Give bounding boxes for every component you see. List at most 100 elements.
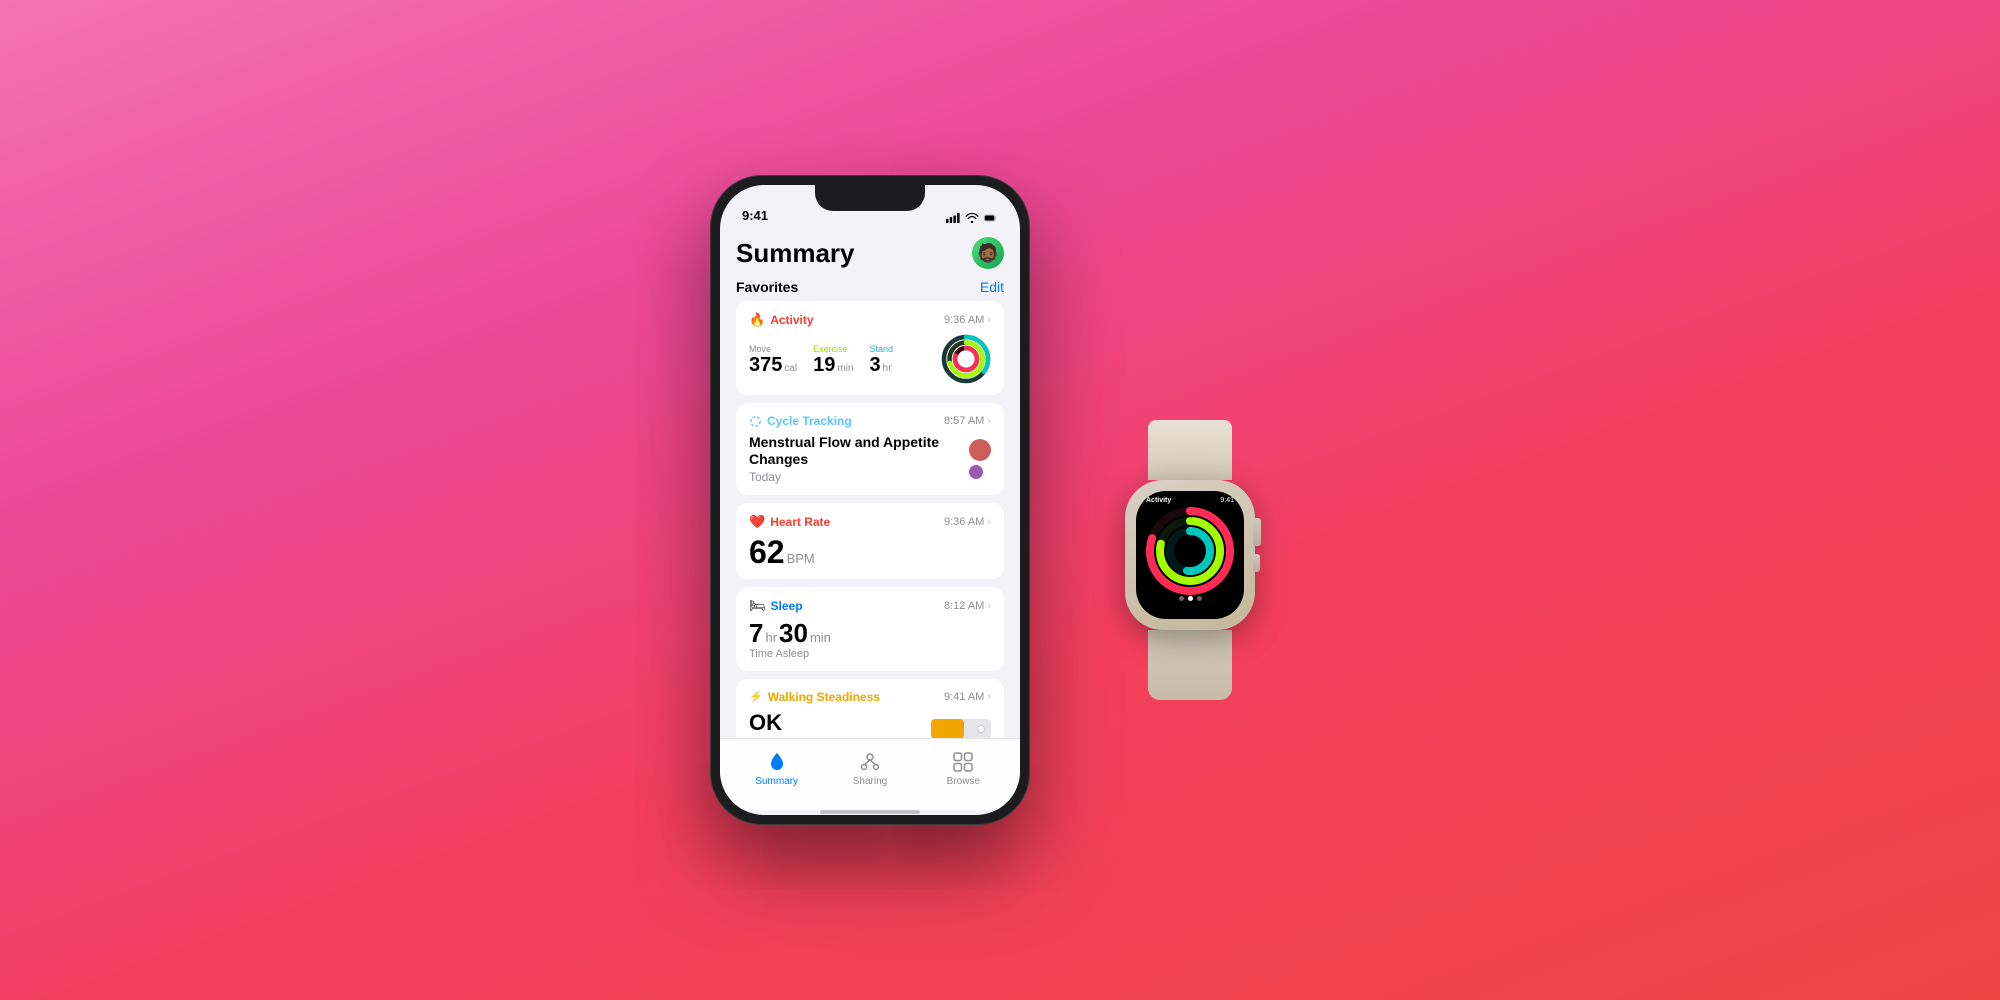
cycle-main-text: Menstrual Flow and Appetite Changes [749, 434, 969, 468]
tab-sharing[interactable]: Sharing [823, 750, 916, 787]
watch-band-bottom [1148, 630, 1232, 700]
activity-card[interactable]: 🔥 Activity 9:36 AM › Move 375 [736, 301, 1004, 395]
cycle-card-header: Cycle Tracking 8:57 AM › [749, 414, 991, 428]
exercise-stat: Exercise 19 min [813, 344, 853, 375]
cycle-time: 8:57 AM › [944, 415, 991, 427]
walking-steadiness-card[interactable]: ⚡ Walking Steadiness 9:41 AM › OK Sep 8–… [736, 679, 1004, 738]
cycle-dot-red [969, 439, 991, 461]
tab-summary[interactable]: Summary [730, 750, 823, 787]
activity-title-row: 🔥 Activity [749, 312, 814, 328]
stand-unit: hr [883, 363, 892, 374]
watch-dot-1 [1179, 596, 1184, 601]
cycle-sub-text: Today [749, 470, 969, 484]
watch-time: 9:41 [1220, 497, 1234, 504]
cycle-title-row: Cycle Tracking [749, 414, 852, 428]
walking-bar-bg [931, 719, 991, 738]
cycle-text: Menstrual Flow and Appetite Changes Toda… [749, 434, 969, 484]
walking-time: 9:41 AM › [944, 691, 991, 703]
chevron-icon: › [987, 516, 991, 528]
cycle-title: Cycle Tracking [767, 414, 852, 428]
move-unit: cal [784, 363, 797, 374]
cycle-dots [969, 439, 991, 479]
status-icons [946, 213, 998, 223]
sleep-icon: 🛏 [749, 598, 766, 614]
stand-label: Stand [870, 344, 894, 354]
browse-tab-icon [951, 750, 975, 774]
sleep-hr-unit: hr [765, 630, 777, 645]
heart-icon: ❤️ [749, 514, 765, 530]
wifi-icon [965, 213, 979, 223]
walking-icon: ⚡ [749, 690, 763, 703]
sleep-min-unit: min [810, 630, 831, 645]
sleep-value-row: 7 hr 30 min [749, 620, 831, 646]
move-value: 375 [749, 355, 782, 375]
walking-title-row: ⚡ Walking Steadiness [749, 690, 880, 704]
sleep-min-value: 30 [779, 620, 808, 646]
notch [815, 185, 925, 211]
sharing-tab-label: Sharing [853, 776, 887, 787]
tab-browse[interactable]: Browse [917, 750, 1010, 787]
watch-band-top [1148, 420, 1232, 480]
sleep-value-block: 7 hr 30 min Time Asleep [749, 620, 831, 660]
activity-rings [941, 334, 991, 384]
cycle-tracking-card[interactable]: Cycle Tracking 8:57 AM › Menstrual Flow … [736, 403, 1004, 495]
watch-rings: → → ↑ [1136, 506, 1244, 596]
watch-crown [1253, 518, 1261, 546]
chevron-icon: › [987, 691, 991, 703]
favorites-label: Favorites [736, 279, 798, 295]
heart-rate-body: 62 BPM [749, 536, 991, 568]
watch-button [1253, 554, 1260, 572]
activity-body: Move 375 cal Exercise 19 min [749, 334, 991, 384]
cycle-dot-purple [969, 465, 983, 479]
chevron-icon: › [987, 415, 991, 427]
cycle-body: Menstrual Flow and Appetite Changes Toda… [749, 434, 991, 484]
heart-rate-time: 9:36 AM › [944, 516, 991, 528]
svg-text:→: → [1186, 512, 1194, 521]
iphone-device: 9:41 [710, 175, 1030, 825]
walking-title: Walking Steadiness [768, 690, 880, 704]
tab-bar: Summary Sharing [720, 738, 1020, 810]
walking-body: OK Sep 8–14 [749, 710, 991, 738]
sleep-time: 8:12 AM › [944, 600, 991, 612]
sleep-body: 7 hr 30 min Time Asleep [749, 620, 991, 660]
sleep-card[interactable]: 🛏 Sleep 8:12 AM › 7 hr 30 min [736, 587, 1004, 671]
walking-value-block: OK Sep 8–14 [749, 710, 796, 738]
heart-rate-value-row: 62 BPM [749, 536, 815, 568]
page-header: Summary 🧔🏾 [736, 229, 1004, 275]
watch-dot-2 [1188, 596, 1193, 601]
edit-button[interactable]: Edit [980, 279, 1004, 295]
move-label: Move [749, 344, 797, 354]
chevron-icon: › [987, 314, 991, 326]
status-time: 9:41 [742, 208, 768, 223]
activity-title: Activity [770, 313, 813, 327]
move-stat: Move 375 cal [749, 344, 797, 375]
walking-header: ⚡ Walking Steadiness 9:41 AM › [749, 690, 991, 704]
walking-bar-fill [931, 719, 964, 738]
heart-rate-title: Heart Rate [770, 515, 830, 529]
watch-app-title: Activity [1146, 497, 1171, 504]
sleep-sub: Time Asleep [749, 648, 831, 660]
battery-icon [984, 213, 998, 223]
heart-rate-header: ❤️ Heart Rate 9:36 AM › [749, 514, 991, 530]
svg-text:→: → [1187, 524, 1194, 531]
stand-stat: Stand 3 hr [870, 344, 894, 375]
avatar[interactable]: 🧔🏾 [972, 237, 1004, 269]
section-header: Favorites Edit [736, 275, 1004, 301]
heart-title-row: ❤️ Heart Rate [749, 514, 830, 530]
activity-stats: Move 375 cal Exercise 19 min [749, 344, 893, 375]
walking-bar [931, 719, 991, 738]
watch-status-bar: Activity 9:41 [1136, 491, 1244, 506]
heart-rate-unit: BPM [787, 551, 815, 566]
browse-tab-label: Browse [947, 776, 980, 787]
activity-time: 9:36 AM › [944, 314, 991, 326]
sleep-title-row: 🛏 Sleep [749, 598, 803, 614]
apple-watch: Activity 9:41 → → [1090, 420, 1290, 660]
home-indicator-bar [820, 810, 920, 814]
iphone-screen: 9:41 [720, 185, 1020, 815]
watch-dot-3 [1197, 596, 1202, 601]
heart-rate-card[interactable]: ❤️ Heart Rate 9:36 AM › 62 BPM [736, 503, 1004, 579]
exercise-unit: min [837, 363, 853, 374]
phone-content: Summary 🧔🏾 Favorites Edit 🔥 Activity 9:3… [720, 229, 1020, 738]
svg-text:↑: ↑ [1189, 533, 1192, 539]
sleep-hr-value: 7 [749, 620, 763, 646]
